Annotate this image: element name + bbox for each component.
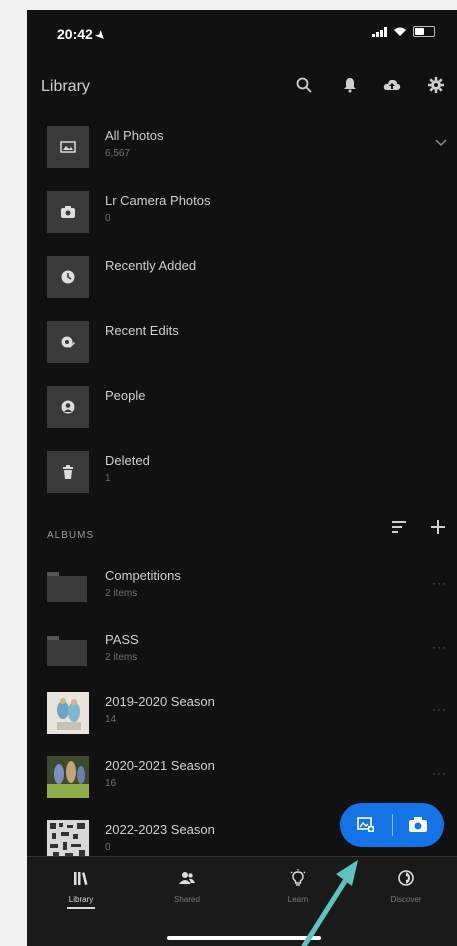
album-label: 2020-2021 Season — [105, 758, 215, 773]
header: Library — [27, 66, 457, 106]
trash-icon — [47, 451, 89, 493]
album-item-pass[interactable]: PASS 2 items ··· — [27, 630, 457, 690]
tab-discover[interactable]: Discover — [366, 869, 446, 904]
clock-icon — [47, 256, 89, 298]
tab-label: Learn — [287, 895, 309, 904]
battery-icon — [413, 26, 435, 37]
library-item-label: Recently Added — [105, 258, 197, 273]
discover-icon — [398, 870, 414, 886]
library-item-count: 1 — [105, 473, 111, 484]
tab-label: Discover — [390, 895, 422, 904]
library-item-people[interactable]: People — [27, 386, 457, 446]
library-item-deleted[interactable]: Deleted 1 — [27, 451, 457, 511]
page-title: Library — [41, 78, 90, 95]
album-label: 2019-2020 Season — [105, 694, 215, 709]
album-item-competitions[interactable]: Competitions 2 items ··· — [27, 566, 457, 626]
tab-shared[interactable]: Shared — [147, 869, 227, 904]
person-icon — [47, 386, 89, 428]
album-count: 0 — [105, 842, 111, 853]
library-item-recently-added[interactable]: Recently Added — [27, 256, 457, 316]
camera-icon — [409, 817, 428, 832]
signal-icon — [372, 26, 387, 37]
library-item-label: Deleted — [105, 453, 150, 468]
sort-icon[interactable] — [390, 518, 410, 538]
album-label: Competitions — [105, 568, 181, 583]
albums-section-title: ALBUMS — [47, 530, 95, 541]
phone-screen: 20:42➤ Library All Photos 6,567 Lr Camer… — [27, 10, 457, 946]
library-item-label: Lr Camera Photos — [105, 193, 211, 208]
chevron-down-icon[interactable] — [435, 136, 447, 150]
add-album-icon[interactable] — [429, 518, 449, 538]
library-item-label: People — [105, 388, 146, 403]
folder-icon — [47, 636, 87, 666]
status-bar: 20:42➤ — [27, 10, 457, 56]
status-icons — [372, 26, 435, 37]
bottom-tab-bar: Library Shared Learn Discover — [27, 856, 457, 946]
cloud-icon[interactable] — [381, 74, 403, 96]
import-icon — [356, 817, 374, 832]
album-item-2019-2020[interactable]: 2019-2020 Season 14 ··· — [27, 692, 457, 752]
location-arrow-icon: ➤ — [92, 28, 108, 44]
library-item-label: All Photos — [105, 128, 164, 143]
album-thumbnail — [47, 756, 89, 798]
status-time: 20:42➤ — [57, 26, 108, 44]
camera-button[interactable] — [392, 803, 444, 847]
album-count: 14 — [105, 714, 117, 725]
bell-icon[interactable] — [339, 74, 361, 96]
more-options-icon[interactable]: ··· — [432, 576, 447, 590]
more-options-icon[interactable]: ··· — [432, 766, 447, 780]
import-photos-button[interactable] — [340, 803, 392, 847]
lightbulb-icon — [290, 869, 306, 886]
album-label: 2022-2023 Season — [105, 822, 215, 837]
camera-icon — [47, 191, 89, 233]
library-icon — [74, 872, 88, 885]
folder-icon — [47, 572, 87, 602]
people-icon — [179, 872, 195, 884]
library-item-label: Recent Edits — [105, 323, 179, 338]
album-count: 2 items — [105, 652, 138, 663]
photo-icon — [47, 126, 89, 168]
more-options-icon[interactable]: ··· — [432, 702, 447, 716]
library-item-lr-camera[interactable]: Lr Camera Photos 0 — [27, 191, 457, 251]
tab-learn[interactable]: Learn — [258, 869, 338, 904]
library-item-recent-edits[interactable]: Recent Edits — [27, 321, 457, 381]
gear-icon[interactable] — [425, 74, 447, 96]
edit-icon — [47, 321, 89, 363]
import-camera-fab — [340, 803, 444, 847]
tab-label: Shared — [174, 895, 200, 904]
album-count: 2 items — [105, 588, 138, 599]
wifi-icon — [393, 27, 407, 37]
library-item-count: 0 — [105, 213, 111, 224]
album-count: 16 — [105, 778, 117, 789]
library-item-count: 6,567 — [105, 148, 131, 159]
album-thumbnail — [47, 692, 89, 734]
active-tab-indicator — [67, 907, 95, 909]
library-item-all-photos[interactable]: All Photos 6,567 — [27, 126, 457, 186]
more-options-icon[interactable]: ··· — [432, 640, 447, 654]
home-indicator — [167, 936, 321, 940]
tab-library[interactable]: Library — [41, 869, 121, 909]
tab-label: Library — [68, 895, 94, 904]
search-icon[interactable] — [293, 74, 315, 96]
album-label: PASS — [105, 632, 139, 647]
